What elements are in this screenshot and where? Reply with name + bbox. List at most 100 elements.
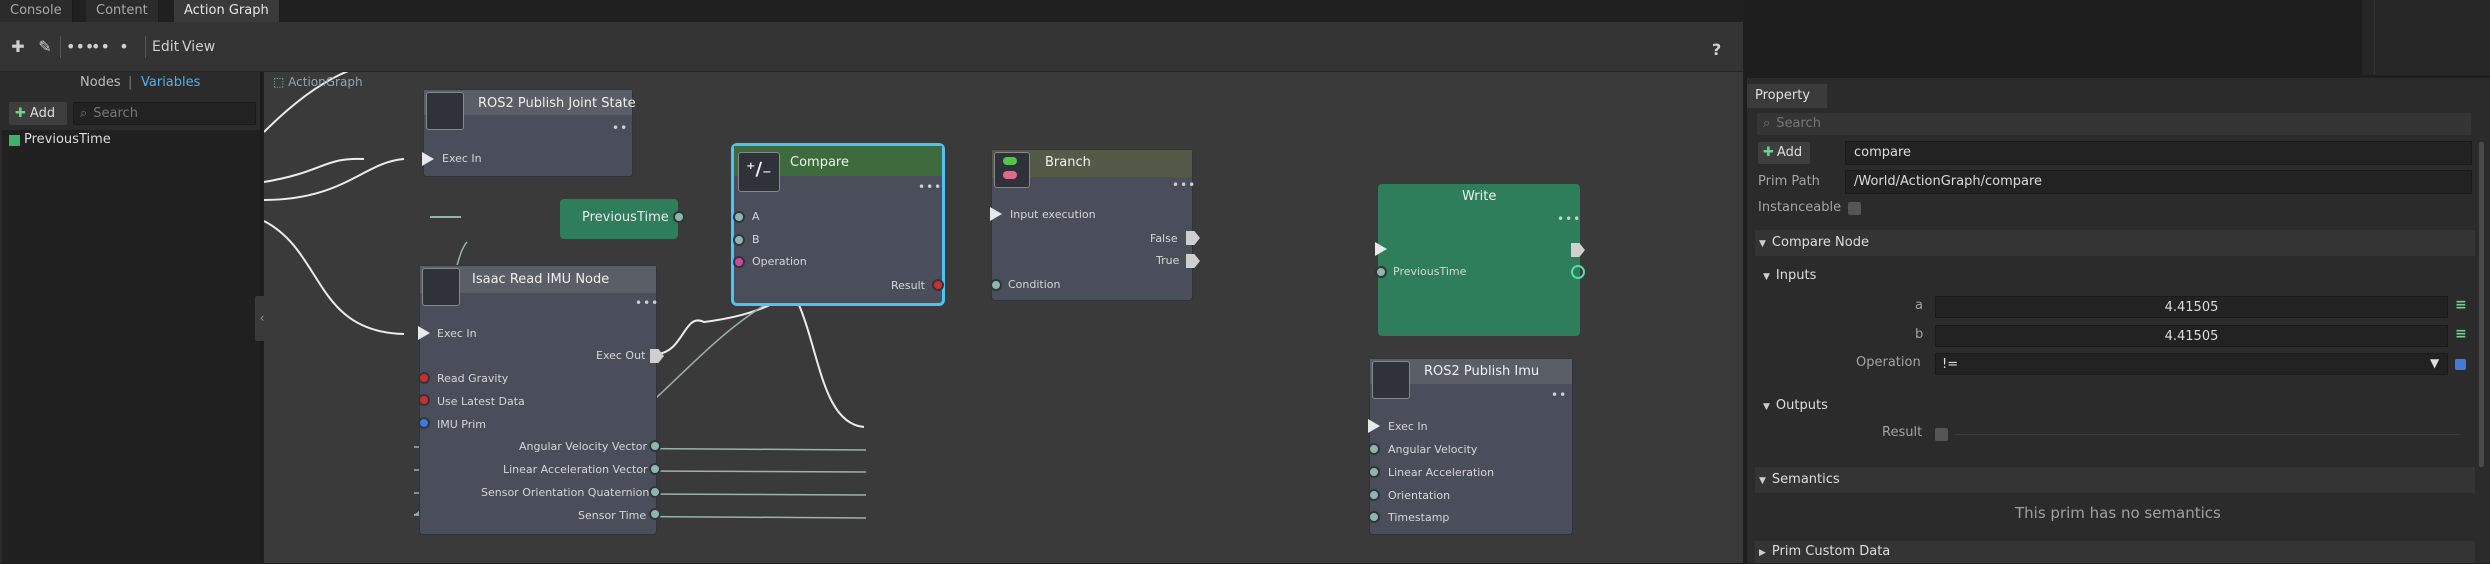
operation-value: != <box>1942 357 1959 372</box>
node-options-icon[interactable]: •• <box>612 121 628 135</box>
input-linear-acceleration-pin[interactable] <box>1368 466 1380 478</box>
operation-dropdown[interactable]: != <box>1935 353 2448 375</box>
pin-label-angular-velocity: Angular Velocity <box>1388 443 1478 456</box>
output-sensor-time-pin[interactable] <box>649 508 661 520</box>
prim-name-field[interactable]: compare <box>1845 141 2472 165</box>
node-options-icon[interactable]: ••• <box>1172 178 1196 192</box>
input-a-pin[interactable] <box>733 211 745 223</box>
layout-pair-icon[interactable]: •• <box>91 38 110 56</box>
caret-down-icon: ▼ <box>1759 476 1766 486</box>
graph-breadcrumb[interactable]: ⬚ ActionGraph <box>273 75 363 89</box>
node-title: Write <box>1462 189 1497 204</box>
tab-content[interactable]: Content <box>86 0 159 22</box>
subsection-outputs[interactable]: ▼ Outputs <box>1763 398 1828 413</box>
dropdown-arrow-icon[interactable]: ▼ <box>2430 356 2439 370</box>
edge <box>264 72 351 197</box>
subsection-inputs[interactable]: ▼ Inputs <box>1763 268 1816 283</box>
subsection-label: Inputs <box>1775 268 1817 283</box>
isaac-node-icon <box>422 268 460 306</box>
add-label: Add <box>1776 145 1803 160</box>
section-label: Compare Node <box>1771 235 1869 250</box>
pin-label-angular-velocity-vector: Angular Velocity Vector <box>519 440 647 453</box>
plus-icon[interactable]: ✚ <box>9 38 27 56</box>
value-out-pin[interactable] <box>673 211 685 223</box>
tab-action-graph[interactable]: Action Graph <box>174 0 280 22</box>
caret-down-icon: ▼ <box>1763 272 1770 282</box>
property-search-input[interactable]: ⌕ Search <box>1757 113 2471 135</box>
value-mode-icon[interactable]: ≡ <box>2455 326 2467 342</box>
value-out-pin[interactable] <box>1571 265 1585 279</box>
edge <box>264 220 405 335</box>
variable-item-previoustime[interactable]: PreviousTime <box>24 132 111 147</box>
edge <box>264 72 328 197</box>
view-menu[interactable]: View <box>182 39 215 55</box>
section-semantics[interactable]: ▼ Semantics <box>1755 467 2475 493</box>
input-a-label: a <box>1915 298 1923 313</box>
add-attribute-button[interactable]: ✚ Add <box>1758 142 1810 164</box>
viewport-area <box>1745 0 2362 75</box>
node-options-icon[interactable]: ••• <box>918 180 942 194</box>
pin-label-b: B <box>752 233 760 246</box>
pin-label-use-latest-data: Use Latest Data <box>437 395 525 408</box>
layout-dots-icon[interactable]: ••• <box>66 38 94 56</box>
input-timestamp-pin[interactable] <box>1368 511 1380 523</box>
layout-dot-icon[interactable]: • <box>115 38 133 56</box>
ros-node-icon <box>1372 361 1410 399</box>
caret-down-icon: ▼ <box>1763 402 1770 412</box>
exec-in-pin[interactable] <box>418 326 430 340</box>
input-read-gravity-pin[interactable] <box>418 372 430 384</box>
node-title: ROS2 Publish Imu <box>1424 364 1540 379</box>
subtab-variables[interactable]: Variables <box>141 75 200 90</box>
node-title: Isaac Read IMU Node <box>472 272 610 287</box>
input-b-field[interactable]: 4.41505 <box>1935 325 2448 347</box>
node-write[interactable] <box>1378 184 1580 336</box>
tab-console[interactable]: Console <box>0 0 73 22</box>
input-use-latest-data-pin[interactable] <box>418 394 430 406</box>
instanceable-checkbox[interactable] <box>1848 202 1861 215</box>
node-options-icon[interactable]: ••• <box>1557 212 1581 226</box>
node-options-icon[interactable]: •• <box>1551 388 1567 402</box>
output-result-pin[interactable] <box>932 279 944 291</box>
add-variable-button[interactable]: ✚ Add <box>9 102 67 125</box>
input-previoustime-pin[interactable] <box>1375 266 1387 278</box>
input-operation-pin[interactable] <box>733 256 745 268</box>
output-orientation-pin[interactable] <box>649 486 661 498</box>
node-title: ROS2 Publish Joint State <box>478 96 636 111</box>
value-mode-icon[interactable]: ≡ <box>2455 297 2467 313</box>
semantics-empty-message: This prim has no semantics <box>2015 504 2221 522</box>
add-label: Add <box>29 106 56 121</box>
input-b-pin[interactable] <box>733 234 745 246</box>
input-angular-velocity-pin[interactable] <box>1368 443 1380 455</box>
exec-in-pin[interactable] <box>422 152 434 166</box>
pin-label-imu-prim: IMU Prim <box>437 418 487 431</box>
property-scrollbar[interactable] <box>2479 142 2484 467</box>
tab-property[interactable]: Property <box>1747 84 1827 108</box>
input-a-field[interactable]: 4.41505 <box>1935 296 2448 318</box>
pin-label-condition: Condition <box>1008 278 1061 291</box>
pencil-icon[interactable]: ✎ <box>36 38 54 56</box>
pin-label-result: Result <box>891 279 925 292</box>
exec-in-pin[interactable] <box>1375 242 1387 256</box>
subsection-label: Outputs <box>1775 398 1828 413</box>
breadcrumb-label: ActionGraph <box>288 75 363 89</box>
subtab-nodes[interactable]: Nodes <box>80 75 121 90</box>
connection-indicator-icon <box>2455 359 2466 370</box>
pin-label-orientation: Orientation <box>1388 489 1451 502</box>
search-icon: ⌕ <box>80 106 88 121</box>
section-prim-custom-data[interactable]: ▶ Prim Custom Data <box>1755 541 2475 563</box>
node-options-icon[interactable]: ••• <box>635 296 659 310</box>
output-linear-acceleration-pin[interactable] <box>649 463 661 475</box>
section-compare-node[interactable]: ▼ Compare Node <box>1755 230 2475 256</box>
help-icon[interactable]: ? <box>1712 40 1721 59</box>
input-imu-prim-pin[interactable] <box>418 417 430 429</box>
pin-label-true: True <box>1156 254 1180 267</box>
output-angular-velocity-pin[interactable] <box>649 440 661 452</box>
exec-in-pin[interactable] <box>990 207 1002 221</box>
result-divider <box>1955 434 2460 435</box>
input-condition-pin[interactable] <box>990 279 1002 291</box>
edit-menu[interactable]: Edit <box>152 39 179 55</box>
input-orientation-pin[interactable] <box>1368 489 1380 501</box>
variable-search-input[interactable]: ⌕ Search <box>73 102 256 125</box>
prim-path-field[interactable]: /World/ActionGraph/compare <box>1845 170 2472 194</box>
exec-in-pin[interactable] <box>1368 419 1380 433</box>
